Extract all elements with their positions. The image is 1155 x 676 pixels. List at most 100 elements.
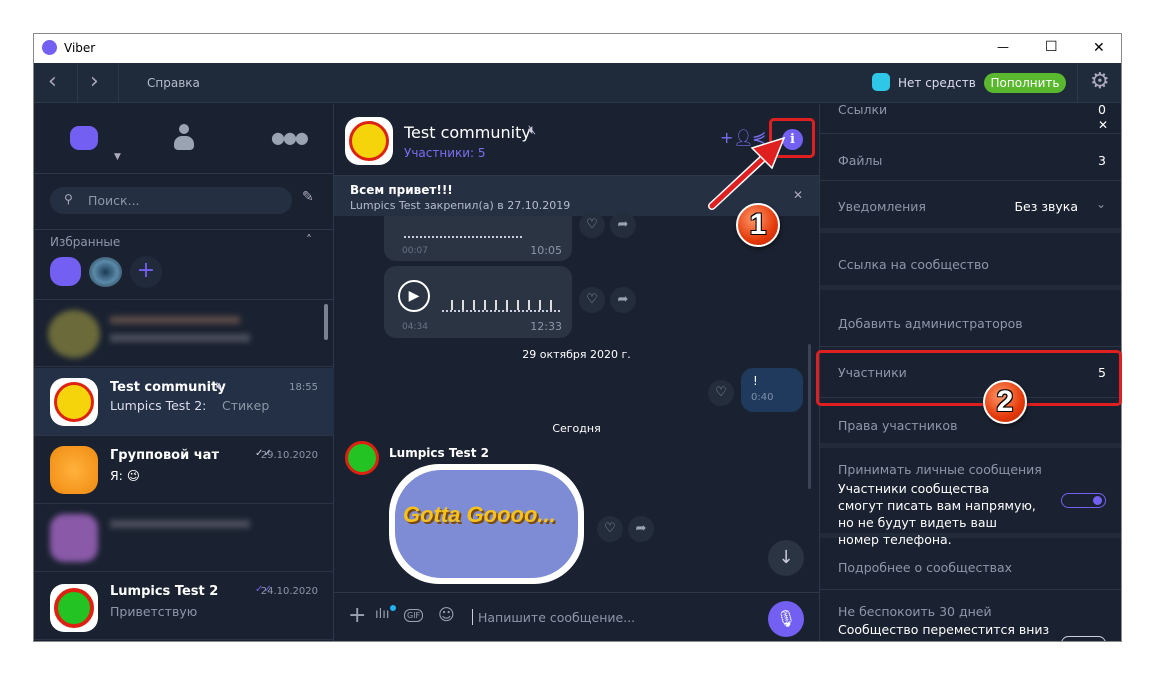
message-input[interactable]: Напишите сообщение... bbox=[478, 610, 635, 625]
links-label: Ссылки bbox=[838, 104, 888, 117]
forward-button[interactable]: › bbox=[90, 69, 99, 94]
close-pinned-button[interactable]: ✕ bbox=[793, 188, 803, 202]
close-panel-button[interactable]: ✕ bbox=[1098, 118, 1108, 132]
avatar bbox=[50, 378, 98, 426]
chat-scrollbar[interactable] bbox=[808, 344, 811, 489]
voice-duration: 00:07 bbox=[402, 246, 428, 256]
notifications-row[interactable]: Уведомления Без звука ⌄ bbox=[820, 181, 1121, 233]
members-count-link[interactable]: Участники: 5 bbox=[404, 146, 486, 160]
about-communities-link: Подробнее о сообществах bbox=[838, 560, 1013, 575]
sender-name: Lumpics Test 2 bbox=[389, 446, 489, 460]
annotation-box-members bbox=[816, 350, 1122, 406]
voice-message[interactable]: ▶ 04:34 12:33 bbox=[384, 266, 572, 338]
private-messages-toggle[interactable] bbox=[1061, 493, 1106, 508]
chat-time: 29.10.2020 bbox=[260, 450, 318, 461]
message-time: 0:40 bbox=[751, 392, 774, 403]
minimize-button[interactable]: — bbox=[997, 40, 1009, 54]
dropdown-arrow-icon[interactable]: ▼ bbox=[114, 152, 121, 162]
like-icon[interactable]: ♡ bbox=[579, 212, 605, 238]
viber-out-icon bbox=[872, 73, 890, 91]
favorite-notes-icon[interactable] bbox=[50, 257, 81, 286]
top-bar: ‹ › Справка Нет средств Пополнить ⚙ bbox=[34, 63, 1121, 103]
chat-item-blurred[interactable] bbox=[34, 300, 334, 367]
chevron-down-icon[interactable]: ⌄ bbox=[1096, 197, 1106, 211]
compose-icon[interactable]: ✎ bbox=[302, 189, 314, 205]
message-text: ! bbox=[753, 374, 758, 388]
voice-time: 12:33 bbox=[530, 320, 562, 333]
forward-icon[interactable]: ➦ bbox=[628, 516, 654, 542]
chat-avatar[interactable] bbox=[345, 117, 393, 165]
preview-sender: Lumpics Test 2: bbox=[110, 398, 207, 413]
pinned-meta: Lumpics Test закрепил(а) в 27.10.2019 bbox=[350, 199, 571, 212]
private-messages-label: Принимать личные сообщения bbox=[838, 462, 1042, 477]
settings-gear-icon[interactable]: ⚙ bbox=[1090, 69, 1110, 94]
links-row[interactable]: Ссылки 0 ✕ bbox=[820, 104, 1121, 134]
chat-name: Test community bbox=[110, 380, 226, 395]
back-button[interactable]: ‹ bbox=[48, 69, 57, 94]
chat-title[interactable]: Test community bbox=[404, 123, 531, 142]
sender-avatar[interactable] bbox=[345, 441, 379, 475]
voice-duration: 04:34 bbox=[402, 322, 428, 332]
community-link-label: Ссылка на сообщество bbox=[838, 257, 989, 272]
dnd-row: Не беспокоить 30 дней Сообщество перемес… bbox=[820, 590, 1121, 641]
scroll-down-button[interactable]: ↓ bbox=[768, 540, 804, 576]
notifications-value[interactable]: Без звука bbox=[1014, 199, 1078, 214]
outgoing-message[interactable]: ! 0:40 bbox=[741, 368, 803, 412]
sticker[interactable]: Gotta Goooo... bbox=[389, 464, 584, 584]
chat-item-lumpics-test-2[interactable]: Lumpics Test 2 ✓✓ 24.10.2020 Приветствую bbox=[34, 572, 334, 640]
collapse-chevron-icon[interactable]: ˄ bbox=[306, 233, 312, 247]
date-separator: Сегодня bbox=[552, 422, 601, 435]
like-icon[interactable]: ♡ bbox=[708, 380, 734, 406]
close-button[interactable]: ✕ bbox=[1093, 40, 1105, 56]
sticker-icon[interactable]: ☺ bbox=[438, 605, 455, 624]
viber-logo-icon bbox=[42, 40, 57, 55]
annotation-arrow bbox=[708, 136, 786, 210]
attach-plus-icon[interactable]: + bbox=[348, 603, 366, 628]
chat-item-test-community[interactable]: Test community 🔇︎ 18:55 Lumpics Test 2: … bbox=[34, 368, 334, 436]
files-label: Файлы bbox=[838, 153, 883, 168]
dnd-desc: Сообщество переместится вниз bbox=[838, 622, 1050, 637]
sidebar: ▼ ●●● ⚲ Поиск... ✎ Избранные ˄ + Test co… bbox=[34, 104, 334, 641]
annotation-step-2: 2 bbox=[983, 380, 1027, 424]
like-icon[interactable]: ♡ bbox=[579, 287, 605, 313]
balance-label: Нет средств bbox=[898, 76, 976, 90]
voice-time: 10:05 bbox=[530, 244, 562, 257]
add-admins-row[interactable]: Добавить администраторов bbox=[820, 290, 1121, 347]
muted-icon: 🔇︎ bbox=[216, 379, 224, 393]
like-icon[interactable]: ♡ bbox=[597, 516, 623, 542]
add-favorite-button[interactable]: + bbox=[130, 256, 162, 288]
links-count: 0 bbox=[1098, 104, 1106, 117]
chat-name: Lumpics Test 2 bbox=[110, 584, 219, 599]
files-row[interactable]: Файлы 3 bbox=[820, 135, 1121, 181]
chat-preview: Я: 😉 bbox=[110, 468, 140, 483]
chat-item-blurred[interactable] bbox=[34, 504, 334, 572]
gif-icon[interactable]: GIF bbox=[404, 609, 424, 622]
topup-button[interactable]: Пополнить bbox=[984, 73, 1066, 93]
forward-icon[interactable]: ➦ bbox=[610, 287, 636, 313]
play-button[interactable]: ▶ bbox=[398, 280, 430, 312]
about-communities-row[interactable]: Подробнее о сообществах bbox=[820, 538, 1121, 590]
viber-window: Viber — ☐ ✕ ‹ › Справка Нет средств Попо… bbox=[33, 33, 1122, 642]
favorite-avatar[interactable] bbox=[89, 257, 122, 287]
dnd-toggle[interactable] bbox=[1061, 636, 1106, 641]
chat-preview: Стикер bbox=[222, 398, 270, 413]
pinned-text: Всем привет!!! bbox=[350, 183, 453, 197]
avatar bbox=[50, 584, 98, 632]
more-tab-icon[interactable]: ●●● bbox=[271, 128, 309, 147]
maximize-button[interactable]: ☐ bbox=[1045, 39, 1058, 55]
muted-icon: 🔇︎ bbox=[528, 123, 537, 138]
community-link-row[interactable]: Ссылка на сообщество bbox=[820, 233, 1121, 290]
voice-icon[interactable]: ılıı bbox=[375, 607, 389, 622]
search-input[interactable]: ⚲ Поиск... bbox=[50, 187, 292, 214]
waveform bbox=[442, 284, 560, 312]
mic-button[interactable]: 🎙︎ bbox=[768, 601, 804, 637]
member-rights-label: Права участников bbox=[838, 418, 958, 433]
window-title: Viber bbox=[64, 41, 96, 55]
menu-help[interactable]: Справка bbox=[147, 76, 200, 90]
contacts-tab-icon[interactable] bbox=[174, 124, 194, 154]
voice-message[interactable]: 00:07 10:05 bbox=[384, 216, 572, 261]
forward-icon[interactable]: ➦ bbox=[610, 212, 636, 238]
chats-tab-icon[interactable] bbox=[70, 126, 98, 150]
sidebar-scrollbar[interactable] bbox=[324, 304, 328, 340]
chat-item-group-chat[interactable]: Групповой чат ✓✓ 29.10.2020 Я: 😉 bbox=[34, 436, 334, 504]
